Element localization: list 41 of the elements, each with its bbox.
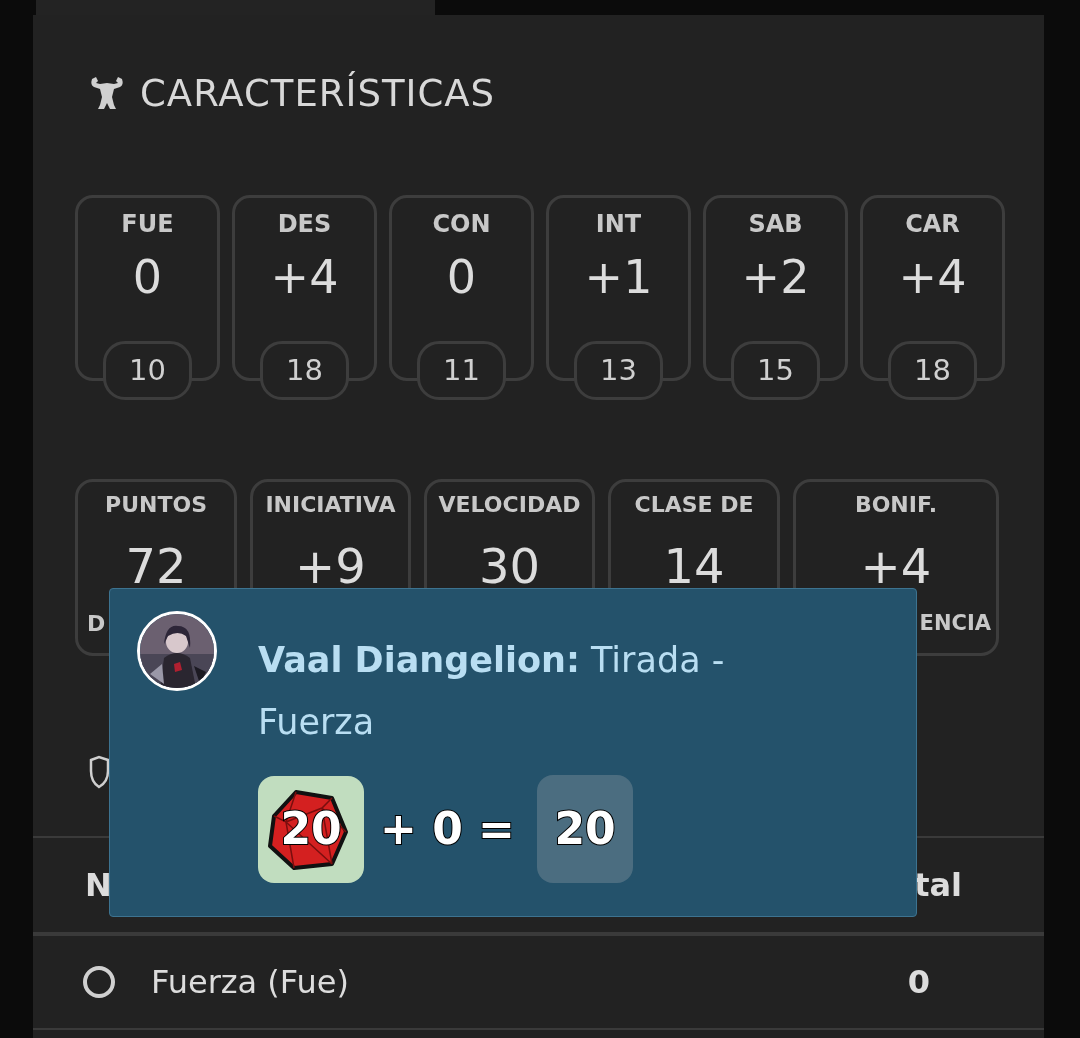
- ability-modifier: +4: [270, 254, 339, 300]
- ability-abbr: SAB: [748, 212, 803, 236]
- column-header: N: [85, 865, 112, 906]
- ability-score: 11: [417, 341, 506, 400]
- stat-value: 30: [478, 542, 541, 590]
- die-result: 20: [258, 775, 364, 883]
- ability-abbr: FUE: [121, 212, 174, 236]
- strongman-icon: [88, 75, 126, 111]
- stat-label: CLASE DE: [634, 494, 754, 516]
- ability-modifier: 0: [446, 254, 477, 300]
- skill-total: 0: [907, 962, 930, 1003]
- ability-modifier: +2: [741, 254, 810, 300]
- ability-modifier: +1: [584, 254, 653, 300]
- column-header: tal: [914, 865, 962, 906]
- ability-score: 18: [260, 341, 349, 400]
- ability-abbr: CON: [432, 212, 491, 236]
- stat-label: BONIF.: [854, 494, 938, 516]
- stat-label: VELOCIDAD: [438, 494, 581, 516]
- stat-label: PUNTOS: [105, 494, 207, 516]
- skill-name: Fuerza (Fue): [151, 962, 350, 1003]
- roll-total: 20: [537, 775, 633, 883]
- ability-score: 18: [888, 341, 977, 400]
- ability-modifier: +4: [898, 254, 967, 300]
- ability-abbr: CAR: [905, 212, 960, 236]
- stat-value: 72: [125, 542, 187, 590]
- ability-score: 10: [103, 341, 192, 400]
- stat-label: INICIATIVA: [265, 494, 396, 516]
- radio-button[interactable]: [83, 966, 115, 998]
- stat-sublabel: D: [86, 613, 106, 635]
- roll-operation: + 0 =: [380, 807, 515, 851]
- ability-modifier: 0: [132, 254, 163, 300]
- ability-score: 15: [731, 341, 820, 400]
- ability-abbr: DES: [277, 212, 332, 236]
- shield-icon: [88, 755, 110, 789]
- d20-icon: [266, 787, 350, 872]
- stat-value: +4: [860, 542, 932, 590]
- stat-sublabel: ENCIA: [919, 613, 992, 634]
- ability-abbr: INT: [595, 212, 642, 236]
- ability-score: 13: [574, 341, 663, 400]
- stat-value: 14: [663, 542, 725, 590]
- stat-value: +9: [295, 542, 366, 590]
